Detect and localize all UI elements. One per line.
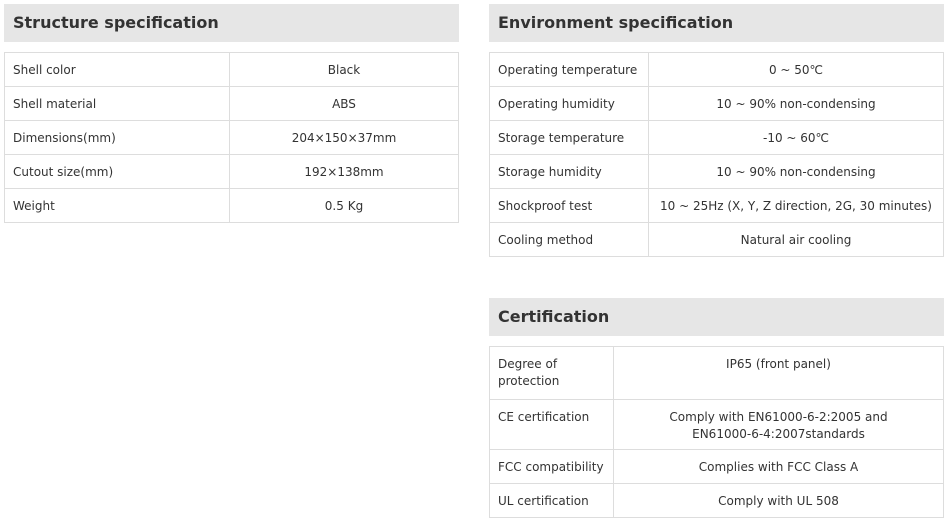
table-row: Operating humidity 10 ~ 90% non-condensi… [489, 86, 944, 121]
table-row: Cooling method Natural air cooling [489, 222, 944, 257]
spec-label: Shockproof test [489, 188, 649, 223]
table-row: UL certification Comply with UL 508 [489, 483, 944, 518]
spec-value: Black [229, 52, 459, 87]
spec-label: Operating humidity [489, 86, 649, 121]
spec-value: Complies with FCC Class A [613, 449, 944, 484]
spec-value: 192×138mm [229, 154, 459, 189]
spec-label: Dimensions(mm) [4, 120, 230, 155]
spec-label: Cutout size(mm) [4, 154, 230, 189]
table-row: Shell material ABS [4, 86, 459, 121]
structure-specification-section: Structure specification Shell color Blac… [4, 4, 459, 223]
spec-label: UL certification [489, 483, 614, 518]
spec-value: 0.5 Kg [229, 188, 459, 223]
table-row: FCC compatibility Complies with FCC Clas… [489, 449, 944, 484]
table-row: Degree of protection IP65 (front panel) [489, 346, 944, 400]
spec-label: Storage humidity [489, 154, 649, 189]
spec-label: Weight [4, 188, 230, 223]
certification-table: Degree of protection IP65 (front panel) … [489, 346, 944, 518]
spec-value: 10 ~ 25Hz (X, Y, Z direction, 2G, 30 min… [648, 188, 944, 223]
table-row: Storage temperature -10 ~ 60℃ [489, 120, 944, 155]
environment-specification-table: Operating temperature 0 ~ 50℃ Operating … [489, 52, 944, 257]
spec-value: IP65 (front panel) [613, 346, 944, 400]
spec-value: Natural air cooling [648, 222, 944, 257]
table-row: Operating temperature 0 ~ 50℃ [489, 52, 944, 87]
table-row: Storage humidity 10 ~ 90% non-condensing [489, 154, 944, 189]
spec-value: Comply with EN61000-6-2:2005 and EN61000… [613, 399, 944, 450]
structure-specification-table: Shell color Black Shell material ABS Dim… [4, 52, 459, 223]
spec-value: 10 ~ 90% non-condensing [648, 86, 944, 121]
spec-label: Shell color [4, 52, 230, 87]
table-row: Shockproof test 10 ~ 25Hz (X, Y, Z direc… [489, 188, 944, 223]
spec-value: 10 ~ 90% non-condensing [648, 154, 944, 189]
structure-specification-title: Structure specification [4, 4, 459, 42]
spec-label: Shell material [4, 86, 230, 121]
spec-label: Cooling method [489, 222, 649, 257]
certification-title: Certification [489, 298, 944, 336]
table-row: Weight 0.5 Kg [4, 188, 459, 223]
table-row: Shell color Black [4, 52, 459, 87]
table-row: CE certification Comply with EN61000-6-2… [489, 399, 944, 450]
spec-value: -10 ~ 60℃ [648, 120, 944, 155]
spec-label: CE certification [489, 399, 614, 450]
table-row: Dimensions(mm) 204×150×37mm [4, 120, 459, 155]
spec-value: 0 ~ 50℃ [648, 52, 944, 87]
spec-label: Degree of protection [489, 346, 614, 400]
spec-label: Storage temperature [489, 120, 649, 155]
certification-section: Certification Degree of protection IP65 … [489, 298, 944, 518]
environment-specification-section: Environment specification Operating temp… [489, 4, 944, 257]
spec-label: FCC compatibility [489, 449, 614, 484]
table-row: Cutout size(mm) 192×138mm [4, 154, 459, 189]
spec-value: Comply with UL 508 [613, 483, 944, 518]
spec-label: Operating temperature [489, 52, 649, 87]
environment-specification-title: Environment specification [489, 4, 944, 42]
spec-value: 204×150×37mm [229, 120, 459, 155]
spec-value: ABS [229, 86, 459, 121]
